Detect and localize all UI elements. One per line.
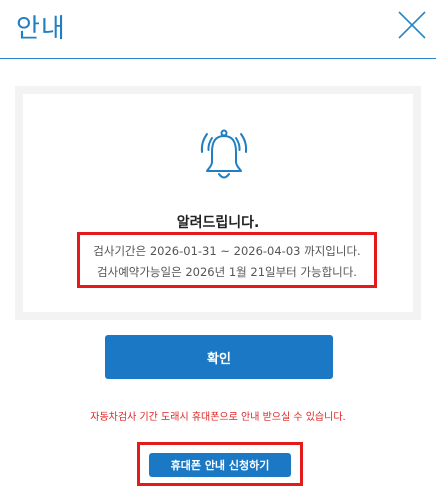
sms-request-button[interactable]: 휴대폰 안내 신청하기 [149,453,291,477]
notice-title: 알려드립니다. [176,215,260,231]
inspection-period-box: 검사기간은 2026-01-31 ~ 2026-04-03 까지입니다. 검사예… [77,232,377,288]
notice-card-body: 알려드립니다. 검사기간은 2026-01-31 ~ 2026-04-03 까지… [23,94,413,312]
close-icon [398,11,426,39]
sms-request-highlight: 휴대폰 안내 신청하기 [137,442,303,486]
confirm-button[interactable]: 확인 [105,335,333,379]
reservation-available-text: 검사예약가능일은 2026년 1월 21일부터 가능합니다. [97,265,357,279]
sms-info-text: 자동차검사 기간 도래시 휴대폰으로 안내 받으실 수 있습니다. [90,412,346,423]
bell-icon [200,129,248,179]
notice-card: 알려드립니다. 검사기간은 2026-01-31 ~ 2026-04-03 까지… [15,86,421,320]
close-button[interactable] [396,9,428,41]
inspection-period-text: 검사기간은 2026-01-31 ~ 2026-04-03 까지입니다. [93,244,361,258]
dialog-title: 안내 [16,14,66,44]
notice-dialog: 안내 알려드립니다. 검사기간은 2026-01-31 ~ 2026-04-03… [0,0,436,499]
dialog-header: 안내 [0,0,436,59]
